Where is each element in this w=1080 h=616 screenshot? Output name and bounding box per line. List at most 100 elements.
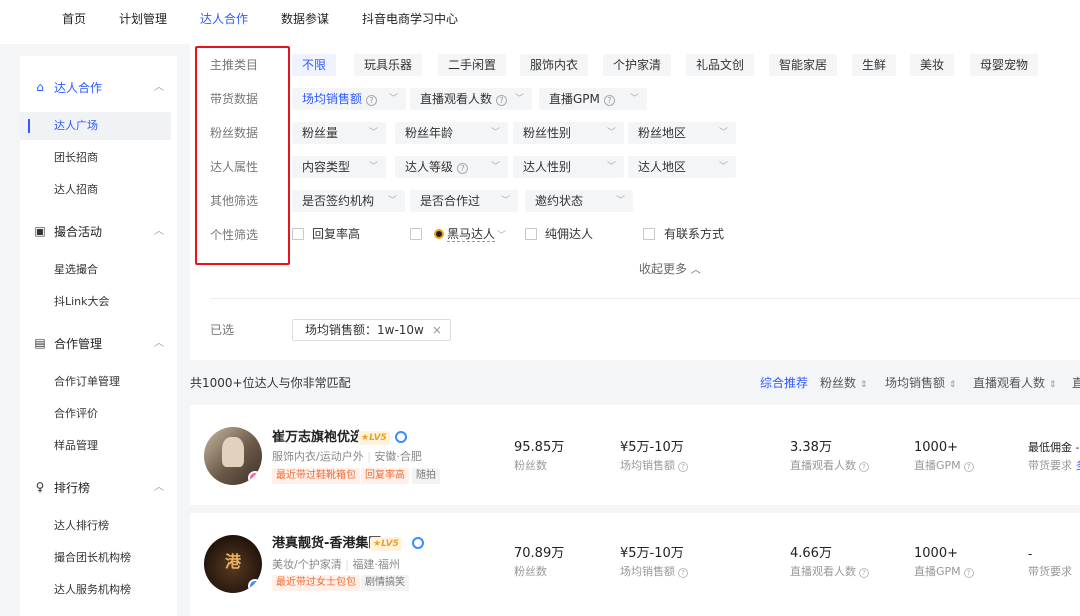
sidebar-item-creator-recruit[interactable]: 达人招商 [20, 176, 171, 204]
checkbox-label-wrap: 黑马达人 ﹀ [430, 225, 506, 245]
filter-label-fans-data: 粉丝数据 [210, 126, 259, 140]
sidebar-item-agency-ranking[interactable]: 达人服务机构榜 [20, 576, 171, 604]
avatar[interactable]: 港 [204, 535, 262, 593]
gpm-label: 直播GPM? [914, 459, 974, 473]
sidebar-group-coop-management[interactable]: ▤ 合作管理 ︿ [20, 334, 177, 354]
dropdown-fans-count[interactable]: 粉丝量 ﹀ [292, 122, 386, 144]
creator-location: 福建·福州 [352, 558, 400, 571]
sidebar-item-star-match[interactable]: 星选撮合 [20, 256, 171, 284]
help-icon: ? [366, 95, 378, 106]
sidebar-group-rankings[interactable]: ♀ 排行榜 ︿ [20, 478, 177, 498]
sort-label: 场均销售额 [885, 376, 946, 390]
sidebar-item-team-ranking[interactable]: 撮合团长机构榜 [20, 544, 171, 572]
close-icon[interactable]: × [432, 323, 442, 337]
dropdown-label: 粉丝量 [302, 126, 339, 140]
sidebar-item-team-recruit[interactable]: 团长招商 [20, 144, 171, 172]
avatar[interactable] [204, 427, 262, 485]
results-summary: 共1000+位达人与你非常匹配 [190, 376, 351, 390]
selected-filter-tag: 场均销售额：1w-10w × [292, 319, 451, 341]
dropdown-invite-status[interactable]: 邀约状态 ﹀ [525, 190, 633, 212]
requirement-label: 带货要求 多 [1028, 459, 1080, 473]
chevron-down-icon: ﹀ [718, 162, 728, 172]
sort-more[interactable]: 直 [1072, 374, 1080, 392]
sort-recommended[interactable]: 综合推荐 [760, 374, 808, 392]
category-chip-personal-care[interactable]: 个护家清 [603, 54, 672, 76]
dropdown-live-gpm[interactable]: 直播GPM? ﹀ [539, 88, 647, 110]
dropdown-signed-agency[interactable]: 是否签约机构 ﹀ [292, 190, 405, 212]
sidebar-item-creator-plaza[interactable]: 达人广场 [20, 112, 171, 140]
sidebar-item-label: 样品管理 [54, 439, 98, 452]
creator-name[interactable]: 崔万志旗袍优选 [272, 429, 363, 447]
sidebar-item-sample-management[interactable]: 样品管理 [20, 432, 171, 460]
sort-fans[interactable]: 粉丝数 ⇕ [820, 374, 867, 394]
sidebar-item-link-conference[interactable]: 抖Link大会 [20, 288, 171, 316]
dropdown-creator-region[interactable]: 达人地区 ﹀ [628, 156, 736, 178]
dropdown-label: 达人地区 [638, 160, 687, 174]
creator-name[interactable]: 港真靓货-香港集团 [272, 535, 381, 553]
chevron-up-icon: ︿ [154, 82, 164, 93]
dark-horse-icon [434, 229, 444, 239]
sidebar-group-label: 排行榜 [54, 481, 91, 495]
nav-learning-center[interactable]: 抖音电商学习中心 [362, 11, 458, 27]
sidebar-item-label: 达人广场 [54, 119, 98, 132]
creator-tag: 最近带过鞋靴箱包 [272, 468, 360, 484]
gpm-label: 直播GPM? [914, 565, 974, 579]
avatar-logo: 港 [224, 552, 241, 571]
dropdown-label: 内容类型 [302, 160, 351, 174]
dropdown-creator-gender[interactable]: 达人性别 ﹀ [513, 156, 624, 178]
category-chip-baby-pets[interactable]: 母婴宠物 [970, 54, 1039, 76]
sidebar-item-reviews[interactable]: 合作评价 [20, 400, 171, 428]
gpm-value: 1000+ [914, 546, 958, 561]
sales-label-text: 场均销售额 [620, 565, 675, 578]
dropdown-creator-level[interactable]: 达人等级? ﹀ [395, 156, 508, 178]
sidebar: ⌂ 达人合作 ︿ 达人广场 团长招商 达人招商 ▣ 撮合活动 ︿ 星选撮合 抖L… [20, 56, 177, 616]
requirement-link[interactable]: 多 [1076, 459, 1080, 472]
nav-plan-management[interactable]: 计划管理 [119, 11, 167, 27]
category-chip-toys[interactable]: 玩具乐器 [354, 54, 423, 76]
category-chip-beauty[interactable]: 美妆 [910, 54, 955, 76]
checkbox-label: 有联系方式 [664, 227, 725, 241]
dropdown-fans-age[interactable]: 粉丝年龄 ﹀ [395, 122, 508, 144]
nav-creator-cooperation[interactable]: 达人合作 [200, 11, 248, 27]
sidebar-item-creator-ranking[interactable]: 达人排行榜 [20, 512, 171, 540]
dropdown-content-type[interactable]: 内容类型 ﹀ [292, 156, 386, 178]
sort-icon: ⇕ [948, 380, 957, 390]
creator-tag: 随拍 [412, 468, 440, 484]
sales-value: ¥5万-10万 [620, 440, 684, 455]
creator-location: 安徽·合肥 [374, 450, 422, 463]
nav-data-advisor[interactable]: 数据参谋 [281, 11, 329, 27]
category-chip-fresh[interactable]: 生鲜 [852, 54, 897, 76]
sort-avg-sales[interactable]: 场均销售额 ⇕ [885, 374, 956, 394]
gpm-label-text: 直播GPM [914, 565, 961, 578]
category-chip-gifts[interactable]: 礼品文创 [686, 54, 755, 76]
dropdown-live-viewers[interactable]: 直播观看人数? ﹀ [410, 88, 532, 110]
dropdown-avg-sales[interactable]: 场均销售额? ﹀ [292, 88, 406, 110]
sidebar-group-creator-cooperation[interactable]: ⌂ 达人合作 ︿ [20, 78, 177, 98]
chevron-down-icon: ﹀ [500, 196, 510, 206]
creator-tag: 最近带过女士包包 [272, 575, 360, 591]
category-chip-all[interactable]: 不限 [292, 54, 337, 76]
creator-card[interactable]: 港 港真靓货-香港集团 ★LV5 美妆/个护家清 | 福建·福州 最近带过女士包… [190, 513, 1080, 616]
dropdown-label: 邀约状态 [535, 194, 584, 208]
category-chip-smart-home[interactable]: 智能家居 [769, 54, 838, 76]
dropdown-fans-gender[interactable]: 粉丝性别 ﹀ [513, 122, 624, 144]
dropdown-label: 粉丝地区 [638, 126, 687, 140]
category-chip-secondhand[interactable]: 二手闲置 [438, 54, 507, 76]
dropdown-fans-region[interactable]: 粉丝地区 ﹀ [628, 122, 736, 144]
help-icon: ? [678, 462, 688, 472]
collapse-more-button[interactable]: 收起更多 ︿ [639, 260, 701, 280]
creator-card[interactable]: 崔万志旗袍优选 ★LV5 服饰内衣/运动户外 | 安徽·合肥 最近带过鞋靴箱包 … [190, 405, 1080, 505]
chevron-up-icon: ︿ [154, 482, 164, 493]
sales-label: 场均销售额? [620, 565, 688, 579]
sidebar-group-matching[interactable]: ▣ 撮合活动 ︿ [20, 222, 177, 242]
chevron-up-icon: ︿ [154, 338, 164, 349]
category-chip-apparel[interactable]: 服饰内衣 [520, 54, 589, 76]
level-badge: ★LV5 [358, 431, 390, 445]
dropdown-cooperated[interactable]: 是否合作过 ﹀ [410, 190, 518, 212]
filter-panel: 主推类目 带货数据 粉丝数据 达人属性 其他筛选 个性筛选 不限 玩具乐器 二手… [190, 44, 1080, 360]
sort-live-viewers[interactable]: 直播观看人数 ⇕ [973, 374, 1056, 394]
dropdown-label: 直播GPM [549, 92, 600, 106]
nav-home[interactable]: 首页 [62, 11, 86, 27]
collapse-label: 收起更多 [639, 262, 688, 276]
sidebar-item-order-management[interactable]: 合作订单管理 [20, 368, 171, 396]
